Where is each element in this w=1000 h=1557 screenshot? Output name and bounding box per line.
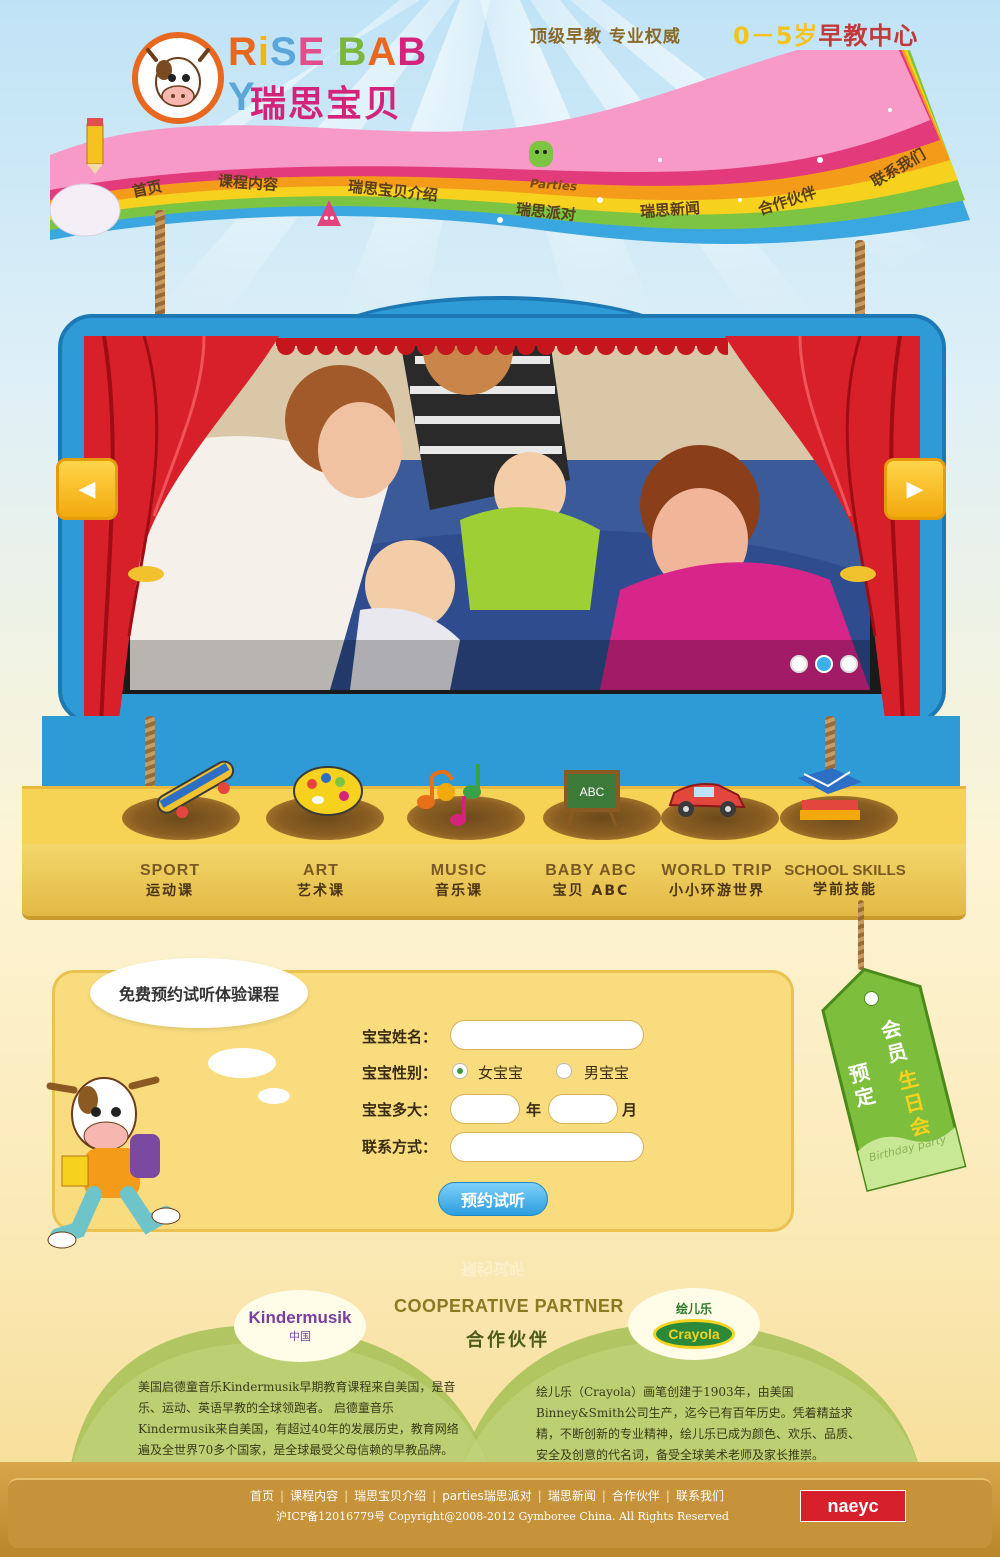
category-school-skills-cn: 学前技能 [813, 882, 877, 898]
slider-next-button[interactable]: ▶ [884, 458, 946, 520]
tag-string [858, 900, 864, 970]
books-icon[interactable] [794, 760, 866, 824]
arrow-right-icon: ▶ [906, 476, 924, 502]
green-letter-b-icon [526, 138, 556, 170]
slider-dot-3[interactable] [840, 655, 858, 673]
kindermusik-logo[interactable]: Kindermusik 中国 [234, 1290, 366, 1362]
footer-link[interactable]: 合作伙伴 [612, 1489, 660, 1503]
naeyc-badge[interactable]: naeyc [800, 1490, 906, 1522]
baby-age-label: 宝宝多大： [362, 1101, 438, 1119]
footer-links: 首页 | 课程内容 | 瑞思宝贝介绍 | parties瑞思派对 | 瑞思新闻 | 合作伙伴 | 联系我… [250, 1487, 724, 1504]
chalkboard-icon[interactable]: ABC [564, 768, 620, 828]
footer-link-separator: | [665, 1489, 670, 1503]
age-range-number: 0－5岁 [733, 22, 819, 50]
header-slogan: 顶级早教 专业权威 [530, 27, 681, 47]
footer-link-separator: | [280, 1489, 285, 1503]
age-center-label: 早教中心 [818, 22, 919, 50]
footer-link[interactable]: 联系我们 [676, 1489, 724, 1503]
footer-link[interactable]: 瑞思新闻 [548, 1489, 596, 1503]
skateboard-icon[interactable] [148, 752, 244, 824]
gender-boy-radio[interactable] [556, 1063, 572, 1079]
baby-name-label: 宝宝姓名： [362, 1028, 438, 1046]
crayola-logo-text: Crayola [653, 1318, 735, 1349]
category-art-en: ART [303, 862, 339, 879]
crayola-logo[interactable]: 绘儿乐 Crayola [628, 1288, 760, 1360]
footer-copyright: 沪ICP备12016779号 Copyright@2008-2012 Gymbo… [276, 1510, 729, 1523]
footer-link[interactable]: 首页 [250, 1489, 274, 1503]
cow-mascot-running-icon [44, 1064, 184, 1254]
footer-link-separator: | [432, 1489, 437, 1503]
submit-trial-button[interactable]: 预约试听 [438, 1182, 548, 1216]
category-school-skills[interactable]: SCHOOL SKILLS 学前技能 [770, 862, 920, 899]
category-music[interactable]: MUSIC 音乐课 [384, 862, 534, 900]
gender-boy-label: 男宝宝 [584, 1064, 630, 1082]
category-sport-en: SPORT [139, 862, 201, 879]
footer-link[interactable]: 课程内容 [290, 1489, 338, 1503]
category-art-cn: 艺术课 [297, 883, 345, 899]
hanging-rope-left [155, 210, 165, 320]
arrow-left-icon: ◀ [78, 476, 96, 502]
nav-news[interactable]: 瑞思新闻 [639, 197, 700, 222]
crayola-logo-cn: 绘儿乐 [675, 1301, 712, 1316]
slider-prev-button[interactable]: ◀ [56, 458, 118, 520]
baby-name-input[interactable] [450, 1020, 644, 1050]
palette-icon[interactable] [290, 762, 366, 820]
crayola-description: 绘儿乐（Crayola）画笔创建于1903年，由美国Binney&Smith公司… [536, 1385, 861, 1462]
car-icon[interactable] [664, 775, 750, 821]
nav-courses[interactable]: 课程内容 [217, 170, 278, 195]
category-school-skills-en: SCHOOL SKILLS [784, 862, 906, 879]
gender-girl-radio[interactable] [452, 1063, 468, 1079]
category-music-cn: 音乐课 [435, 883, 483, 899]
kindermusik-description: 美国启德童音乐Kindermusik早期教育课程来自美国，是音乐、运动、英语早教… [138, 1380, 459, 1457]
category-music-en: MUSIC [430, 862, 488, 879]
svg-text:ABC: ABC [580, 785, 605, 799]
slider-dot-2[interactable] [815, 655, 833, 673]
partners-title-cn: 合作伙伴 [466, 1330, 550, 1351]
submit-button-reflection: 预约试听 [460, 1259, 525, 1278]
partners-title-en: COOPERATIVE PARTNER [394, 1296, 624, 1316]
pink-letter-a-icon [315, 198, 343, 228]
baby-age-month-input[interactable] [548, 1094, 618, 1124]
speech-bubble-tail-2 [258, 1088, 290, 1104]
footer-link-separator: | [537, 1489, 542, 1503]
slider-dot-1[interactable] [790, 655, 808, 673]
hanging-rope-right [855, 240, 865, 320]
pencil-mascot-icon [82, 118, 108, 174]
category-sport-cn: 运动课 [146, 883, 194, 899]
category-sport[interactable]: SPORT 运动课 [95, 862, 245, 900]
age-range-title: 0－5岁早教中心 [733, 16, 918, 51]
baby-gender-label: 宝宝性别： [362, 1064, 438, 1082]
kindermusik-logo-text: Kindermusik [248, 1308, 352, 1327]
curtain-valance [276, 337, 735, 360]
gender-girl-label: 女宝宝 [478, 1064, 524, 1082]
music-notes-icon[interactable] [412, 756, 502, 826]
rainbow-graphic [49, 30, 970, 244]
birthday-party-tag[interactable]: 会员 生日会 预定 Birthday party [812, 966, 972, 1196]
speech-bubble-tail-1 [208, 1048, 276, 1078]
rainbow-nav-bar [40, 30, 975, 250]
year-unit-label: 年 [526, 1101, 542, 1119]
kindermusik-logo-sub: 中国 [289, 1330, 311, 1343]
birthday-tag-graphic [821, 967, 967, 1192]
footer-link-separator: | [601, 1489, 606, 1503]
baby-age-year-input[interactable] [450, 1094, 520, 1124]
footer-link-separator: | [344, 1489, 349, 1503]
trial-booking-title: 免费预约试听体验课程 [90, 958, 308, 1028]
month-unit-label: 月 [622, 1101, 638, 1119]
footer-link[interactable]: parties瑞思派对 [442, 1489, 532, 1503]
footer-link[interactable]: 瑞思宝贝介绍 [354, 1489, 426, 1503]
contact-input[interactable] [450, 1132, 644, 1162]
contact-label: 联系方式： [362, 1138, 438, 1156]
category-art[interactable]: ART 艺术课 [246, 862, 396, 900]
